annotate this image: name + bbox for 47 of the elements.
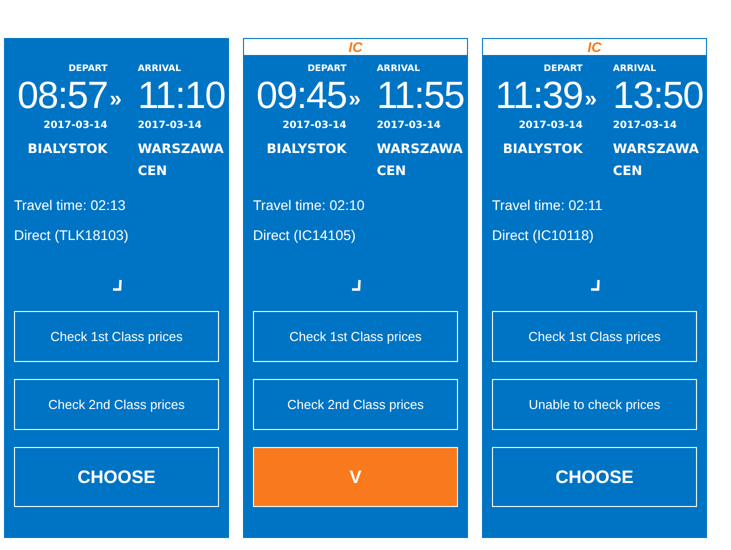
corner-mark-icon xyxy=(590,279,600,291)
choose-button[interactable]: CHOOSE xyxy=(492,447,697,507)
arrival-date: 2017-03-14 xyxy=(136,119,203,131)
travel-time: Travel time: 02:11 xyxy=(491,197,604,213)
depart-label: DEPART xyxy=(306,63,346,74)
carrier-logo: IC xyxy=(482,38,707,56)
check-prices-button[interactable]: Check 2nd Class prices xyxy=(14,379,219,430)
arrival-time: 11:55 xyxy=(376,74,464,118)
depart-date: 2017-03-14 xyxy=(282,119,346,131)
choose-button[interactable]: V xyxy=(253,447,458,507)
route-info: Direct (IC14105) xyxy=(252,227,357,243)
arrival-label: ARRIVAL xyxy=(612,63,658,74)
depart-date: 2017-03-14 xyxy=(42,119,108,131)
corner-mark-icon xyxy=(350,279,360,291)
separator: » xyxy=(109,85,122,113)
depart-date: 2017-03-14 xyxy=(518,119,583,131)
depart-time: 11:39 xyxy=(494,74,583,118)
choose-button[interactable]: CHOOSE xyxy=(14,447,219,507)
check-prices-button[interactable]: Check 1st Class prices xyxy=(14,311,219,362)
carrier-logo: IC xyxy=(243,38,468,56)
check-prices-button[interactable]: Check 1st Class prices xyxy=(492,311,697,362)
arrival-time: 13:50 xyxy=(612,74,703,118)
departure-station: BIALYSTOK xyxy=(26,141,108,159)
arrival-station: WARSZAWA CEN xyxy=(376,141,464,181)
route-info: Direct (IC10118) xyxy=(491,227,595,243)
depart-label: DEPART xyxy=(542,63,583,74)
check-prices-button[interactable]: Unable to check prices xyxy=(492,379,697,430)
travel-time: Travel time: 02:13 xyxy=(13,197,127,213)
check-prices-button[interactable]: Check 1st Class prices xyxy=(253,311,458,362)
arrival-date: 2017-03-14 xyxy=(612,119,678,131)
depart-time: 08:57 xyxy=(16,74,108,118)
separator: » xyxy=(584,85,597,113)
check-prices-button[interactable]: Check 2nd Class prices xyxy=(253,379,458,430)
arrival-station: WARSZAWA CEN xyxy=(612,141,700,181)
corner-mark-icon xyxy=(112,279,122,291)
arrival-label: ARRIVAL xyxy=(376,63,421,74)
arrival-date: 2017-03-14 xyxy=(376,119,442,131)
depart-time: 09:45 xyxy=(255,74,346,118)
departure-station: BIALYSTOK xyxy=(266,141,346,159)
arrival-label: ARRIVAL xyxy=(136,63,182,74)
arrival-time: 11:10 xyxy=(136,74,225,118)
depart-label: DEPART xyxy=(67,63,108,74)
route-info: Direct (TLK18103) xyxy=(13,227,130,243)
arrival-station: WARSZAWA CEN xyxy=(136,141,225,181)
departure-station: BIALYSTOK xyxy=(502,141,583,159)
separator: » xyxy=(348,85,361,113)
travel-time: Travel time: 02:10 xyxy=(252,197,366,213)
